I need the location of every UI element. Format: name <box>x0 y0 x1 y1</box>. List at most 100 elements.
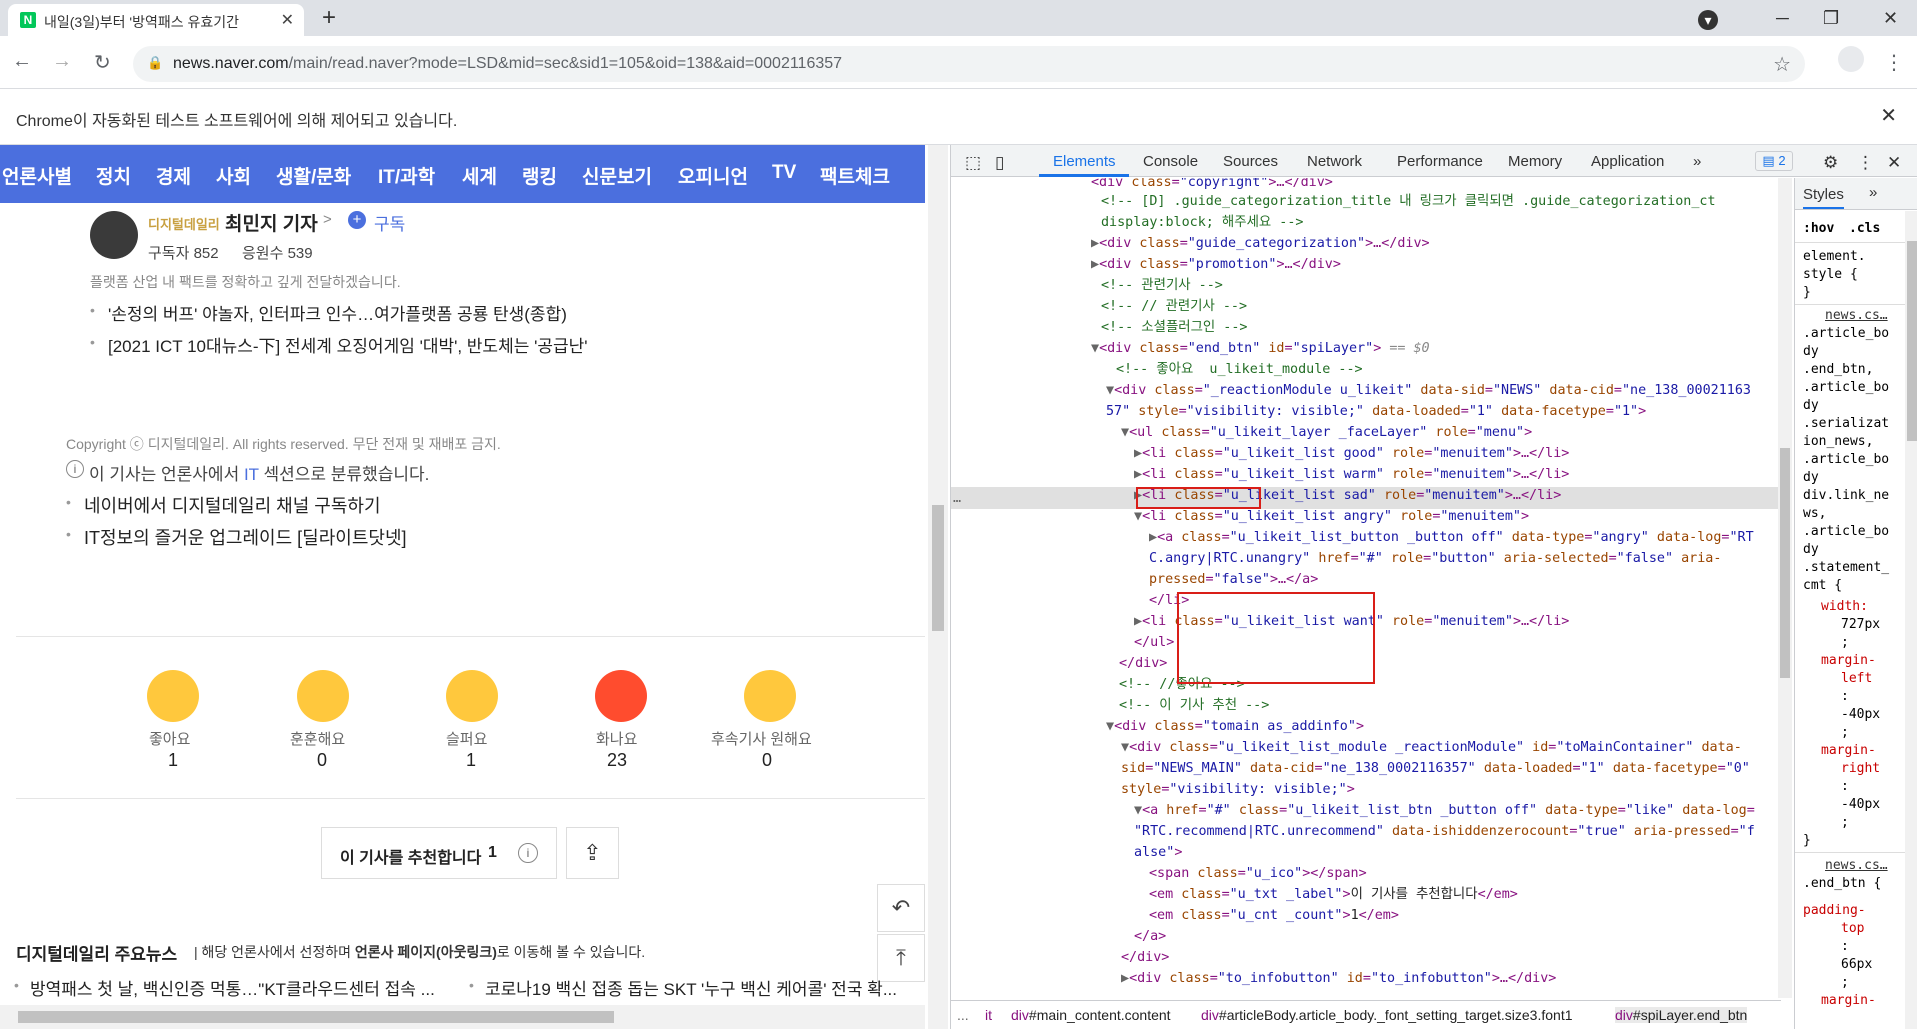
more-tabs-icon[interactable]: » <box>1869 184 1877 201</box>
inspect-element-icon[interactable]: ⬚ <box>965 153 981 173</box>
main-news-link[interactable]: 방역패스 첫 날, 백신인증 먹통…"KT클라우드센터 접속 ... <box>30 975 435 1000</box>
style-prop-value[interactable]: -40px <box>1841 796 1880 814</box>
style-prop-value[interactable]: 727px <box>1841 616 1880 634</box>
related-article-link[interactable]: [2021 ICT 10대뉴스-下] 전세계 오징어게임 '대박', 반도체는 … <box>108 332 587 357</box>
dom-tree[interactable]: … <div class="copyright">…</div> <!-- [D… <box>951 178 1781 998</box>
info-icon[interactable]: i <box>518 843 538 863</box>
nav-item[interactable]: 세계 <box>462 162 497 189</box>
section-link[interactable]: IT <box>244 465 259 484</box>
reaction-count: 1 <box>168 750 179 770</box>
devtools-menu-icon[interactable]: ⋮ <box>1857 153 1874 173</box>
page-horizontal-scrollbar[interactable] <box>0 1005 925 1029</box>
tab-styles[interactable]: Styles <box>1803 186 1844 209</box>
recommend-button[interactable]: 이 기사를 추천합니다 1 i <box>321 827 557 879</box>
subscribe-button[interactable]: 구독 <box>374 210 405 235</box>
page-vertical-scrollbar[interactable] <box>928 145 948 1029</box>
undo-icon[interactable]: ↶ <box>877 884 925 932</box>
like-emoji-icon[interactable] <box>147 670 199 722</box>
browser-tab[interactable]: N 내일(3일)부터 '방역패스 유효기간 ✕ <box>8 4 304 36</box>
scroll-thumb[interactable] <box>1780 448 1790 678</box>
nav-item[interactable]: 경제 <box>156 162 191 189</box>
class-toggle[interactable]: .cls <box>1849 220 1880 238</box>
device-toolbar-icon[interactable]: ▯ <box>995 153 1004 173</box>
stylesheet-link[interactable]: news.cs… <box>1825 857 1888 875</box>
bookmark-star-icon[interactable]: ☆ <box>1773 52 1791 77</box>
nav-item[interactable]: 랭킹 <box>522 162 557 189</box>
tab-elements[interactable]: Elements <box>1053 153 1116 170</box>
issues-badge[interactable]: ▤ 2 <box>1755 151 1793 171</box>
main-news-link[interactable]: 코로나19 백신 접종 돕는 SKT '누구 백신 케어콜' 전국 확... <box>485 975 897 1000</box>
press-logo[interactable]: 디지털데일리 <box>148 214 220 233</box>
related-article-link[interactable]: '손정의 버프' 야놀자, 인터파크 인수…여가플랫폼 공룡 탄생(종합) <box>108 300 567 325</box>
reporter-avatar[interactable] <box>90 211 138 259</box>
back-icon[interactable]: ← <box>12 50 32 73</box>
style-prop-value[interactable]: -40px <box>1841 706 1880 724</box>
more-tabs-icon[interactable]: » <box>1693 153 1701 170</box>
settings-gear-icon[interactable]: ⚙ <box>1823 153 1838 173</box>
tab-memory[interactable]: Memory <box>1508 153 1562 170</box>
sad-emoji-icon[interactable] <box>446 670 498 722</box>
angry-emoji-icon[interactable] <box>595 670 647 722</box>
scroll-thumb[interactable] <box>932 505 944 631</box>
tab-performance[interactable]: Performance <box>1397 153 1483 170</box>
press-site-link[interactable]: IT정보의 즐거운 업그레이드 [딜라이트닷넷] <box>84 524 407 550</box>
styles-scrollbar[interactable] <box>1905 211 1917 1029</box>
dom-breadcrumb: ... it div#main_content.content div#arti… <box>951 1000 1781 1029</box>
tab-sources[interactable]: Sources <box>1223 153 1278 170</box>
maximize-icon[interactable]: ❐ <box>1823 8 1839 29</box>
window-close-icon[interactable]: ✕ <box>1883 8 1898 29</box>
devtools-close-icon[interactable]: ✕ <box>1887 153 1901 173</box>
share-icon[interactable]: ⇪ <box>566 827 619 879</box>
infobar-close-icon[interactable]: ✕ <box>1880 103 1897 128</box>
nav-item[interactable]: IT/과학 <box>378 162 435 189</box>
profile-menu-icon[interactable]: ▾ <box>1698 10 1718 30</box>
tab-close-icon[interactable]: ✕ <box>281 10 294 30</box>
warm-emoji-icon[interactable] <box>297 670 349 722</box>
nav-item[interactable]: 생활/문화 <box>276 162 351 189</box>
plus-icon[interactable]: + <box>348 211 366 229</box>
style-prop-name[interactable]: padding- <box>1803 902 1866 920</box>
lock-icon[interactable]: 🔒 <box>147 55 163 71</box>
tab-console[interactable]: Console <box>1143 153 1198 170</box>
style-prop-name[interactable]: right <box>1841 760 1880 778</box>
url-text[interactable]: news.naver.com/main/read.naver?mode=LSD&… <box>173 55 842 73</box>
breadcrumb-item-selected[interactable]: div#spiLayer.end_btn <box>1615 1007 1748 1023</box>
chevron-right-icon[interactable]: > <box>323 211 332 228</box>
breadcrumb-item[interactable]: div#articleBody.article_body._font_setti… <box>1201 1007 1573 1023</box>
style-prop-name[interactable]: left <box>1841 670 1872 688</box>
style-prop-name[interactable]: top <box>1841 920 1864 938</box>
nav-item[interactable]: TV <box>772 162 796 184</box>
tab-application[interactable]: Application <box>1591 153 1664 170</box>
breadcrumb-item[interactable]: it <box>985 1007 992 1023</box>
minimize-icon[interactable]: ─ <box>1776 8 1789 29</box>
style-prop-name[interactable]: margin- <box>1821 742 1876 760</box>
nav-item[interactable]: 정치 <box>96 162 131 189</box>
breadcrumb-item[interactable]: div#main_content.content <box>1011 1007 1171 1023</box>
nav-item[interactable]: 오피니언 <box>678 162 748 189</box>
style-prop-value[interactable]: 66px <box>1841 956 1872 974</box>
breadcrumb-ellipsis[interactable]: ... <box>957 1007 969 1023</box>
chrome-menu-icon[interactable]: ⋮ <box>1884 50 1904 75</box>
node-actions-icon[interactable]: … <box>953 489 961 509</box>
nav-item[interactable]: 언론사별 <box>2 162 72 189</box>
tab-network[interactable]: Network <box>1307 153 1362 170</box>
reload-icon[interactable]: ↻ <box>94 50 111 75</box>
channel-subscribe-link[interactable]: 네이버에서 디지털데일리 채널 구독하기 <box>84 492 381 518</box>
style-prop-name[interactable]: margin- <box>1821 992 1876 1010</box>
want-emoji-icon[interactable] <box>744 670 796 722</box>
nav-item[interactable]: 신문보기 <box>582 162 652 189</box>
address-bar[interactable]: 🔒 news.naver.com/main/read.naver?mode=LS… <box>133 46 1805 82</box>
style-prop-name[interactable]: width: <box>1821 598 1868 616</box>
style-prop-name[interactable]: margin- <box>1821 652 1876 670</box>
forward-icon[interactable]: → <box>52 50 72 73</box>
new-tab-icon[interactable]: + <box>322 4 336 32</box>
hover-state-toggle[interactable]: :hov <box>1803 220 1834 238</box>
stylesheet-link[interactable]: news.cs… <box>1825 307 1888 325</box>
scroll-thumb[interactable] <box>18 1011 614 1023</box>
reporter-name[interactable]: 최민지 기자 <box>225 209 318 236</box>
dom-scrollbar[interactable] <box>1778 178 1792 998</box>
scroll-thumb[interactable] <box>1907 241 1917 441</box>
nav-item[interactable]: 사회 <box>216 162 251 189</box>
nav-item[interactable]: 팩트체크 <box>820 162 890 189</box>
account-icon[interactable] <box>1838 46 1864 72</box>
